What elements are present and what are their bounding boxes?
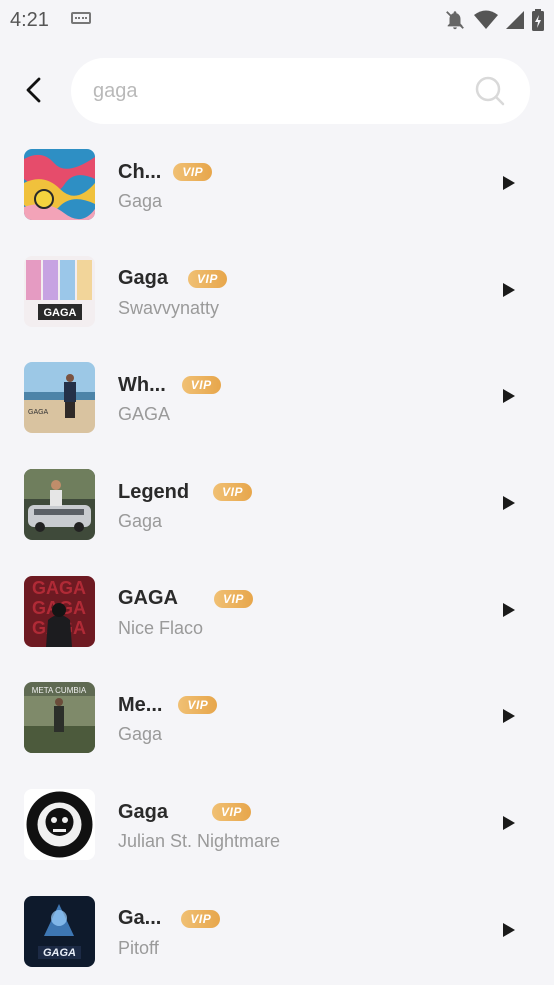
search-box	[71, 58, 530, 124]
status-time: 4:21	[10, 8, 49, 31]
play-icon	[503, 496, 515, 511]
song-title: Gaga	[118, 800, 169, 823]
song-row[interactable]: GAGA Ga... VIP Pitoff	[0, 878, 554, 985]
song-title: Wh...	[118, 373, 166, 396]
song-title: Ga...	[118, 907, 162, 930]
song-row[interactable]: GAGA Wh... VIP GAGA	[0, 344, 554, 451]
play-icon	[503, 176, 515, 190]
album-cover: GAGA GAGA GAGA	[24, 575, 95, 647]
song-row[interactable]: GAGA Gaga VIP Swavvynatty	[0, 238, 554, 345]
song-title-line: GAGA VIP	[118, 585, 253, 613]
song-artist: Gaga	[118, 191, 163, 211]
play-icon	[503, 709, 515, 724]
song-artist: Pitoff	[118, 937, 159, 958]
svg-text:GAGA: GAGA	[44, 307, 77, 319]
svg-text:GAGA: GAGA	[32, 578, 86, 598]
play-icon	[503, 389, 515, 404]
song-title: GAGA	[118, 587, 178, 610]
back-arrow-icon	[26, 77, 41, 103]
play-button[interactable]	[498, 812, 520, 834]
song-title: Ch...	[118, 160, 162, 183]
song-title: Me...	[118, 693, 163, 716]
song-artist: Swavvynatty	[118, 297, 220, 318]
song-artist: GAGA	[118, 404, 171, 425]
song-row[interactable]: Gaga VIP Julian St. Nightmare	[0, 771, 554, 878]
play-button[interactable]	[498, 492, 520, 514]
album-cover: GAGA	[24, 362, 95, 434]
song-title-line: Gaga VIP	[118, 265, 227, 293]
song-artist: Nice Flaco	[118, 617, 204, 638]
song-title-line: Ga... VIP	[118, 905, 221, 933]
vip-badge: VIP	[212, 803, 251, 822]
notifications-off-icon	[446, 11, 464, 30]
song-row[interactable]: Legend VIP Gaga	[0, 451, 554, 558]
vip-badge: VIP	[181, 909, 221, 928]
song-title-line: Gaga VIP	[118, 798, 251, 826]
song-title-line: Wh... VIP	[118, 371, 221, 399]
svg-text:GAGA: GAGA	[28, 409, 49, 416]
search-button[interactable]	[474, 75, 506, 107]
play-button[interactable]	[498, 385, 520, 407]
song-artist: Julian St. Nightmare	[118, 831, 281, 852]
play-icon	[503, 816, 515, 831]
search-bar	[0, 58, 554, 124]
vip-badge: VIP	[214, 589, 253, 608]
song-row[interactable]: META CUMBIA Me... VIP Gaga	[0, 664, 554, 771]
song-list: Ch... VIP Gaga GAGA Gaga VIP Swavvynatty	[0, 131, 554, 985]
search-input[interactable]	[93, 58, 453, 124]
album-cover: META CUMBIA	[24, 682, 95, 754]
play-button[interactable]	[498, 599, 520, 621]
vip-badge: VIP	[181, 376, 221, 395]
signal-icon	[506, 11, 524, 29]
song-artist: Gaga	[118, 724, 163, 745]
vip-badge: VIP	[188, 269, 227, 288]
album-cover: GAGA	[24, 255, 95, 327]
svg-text:META CUMBIA: META CUMBIA	[32, 686, 87, 695]
wifi-icon	[474, 10, 498, 29]
status-bar: 4:21	[0, 0, 554, 40]
back-button[interactable]	[20, 76, 48, 104]
song-title-line: Legend VIP	[118, 478, 252, 506]
album-cover: GAGA	[24, 895, 95, 967]
vip-badge: VIP	[213, 483, 252, 502]
status-icons	[444, 9, 544, 31]
song-title-line: Me... VIP	[118, 691, 218, 719]
song-row[interactable]: Ch... VIP Gaga	[0, 131, 554, 238]
album-cover	[24, 789, 95, 861]
play-icon	[503, 282, 515, 297]
album-cover	[24, 149, 95, 220]
play-icon	[503, 602, 515, 617]
svg-text:GAGA: GAGA	[43, 947, 76, 959]
song-row[interactable]: GAGA GAGA GAGA GAGA VIP Nice Flaco	[0, 558, 554, 665]
play-button[interactable]	[498, 172, 520, 194]
vip-badge: VIP	[173, 163, 213, 181]
album-cover	[24, 469, 95, 541]
vip-badge: VIP	[178, 696, 218, 715]
play-button[interactable]	[498, 279, 520, 301]
song-title: Gaga	[118, 267, 169, 290]
song-title-line: Ch... VIP	[118, 158, 213, 186]
song-artist: Gaga	[118, 511, 163, 532]
play-button[interactable]	[498, 705, 520, 727]
song-title: Legend	[118, 480, 190, 503]
play-button[interactable]	[498, 919, 520, 941]
keyboard-icon	[70, 12, 91, 24]
battery-icon	[532, 9, 544, 31]
play-icon	[503, 922, 515, 937]
search-icon	[475, 76, 505, 106]
